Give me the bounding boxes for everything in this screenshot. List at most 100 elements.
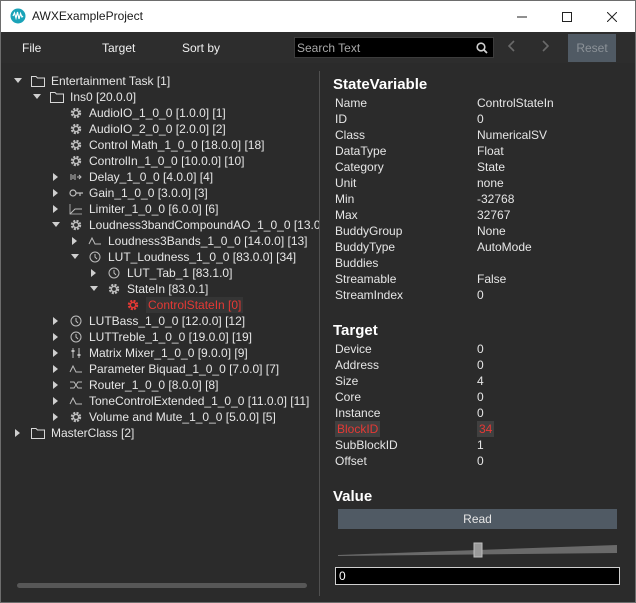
tree-item[interactable]: LUTTreble_1_0_0 [19.0.0] [19] (1, 329, 319, 345)
close-icon (607, 11, 617, 22)
state-variable-title: StateVariable (333, 76, 428, 93)
title-bar: AWXExampleProject (1, 1, 635, 32)
expand-arrow-right-icon[interactable] (71, 237, 79, 245)
menu-file[interactable]: File (22, 41, 41, 55)
slider-thumb[interactable] (473, 542, 483, 558)
clock-icon (106, 265, 122, 281)
expand-arrow-right-icon[interactable] (52, 413, 60, 421)
read-button[interactable]: Read (338, 509, 617, 529)
menu-target[interactable]: Target (102, 41, 135, 55)
properties-pane: StateVariable Name ControlStateIn ID 0 Class… (320, 63, 635, 602)
expand-arrow-right-icon[interactable] (52, 349, 60, 357)
expand-arrow-right-icon[interactable] (52, 333, 60, 341)
tree-item[interactable]: LUT_Loudness_1_0_0 [83.0.0] [34] (1, 249, 319, 265)
expand-arrow-right-icon[interactable] (90, 269, 98, 277)
expand-arrow-right-icon[interactable] (14, 429, 22, 437)
expand-arrow-down-icon[interactable] (52, 221, 60, 229)
tree-item[interactable]: LUT_Tab_1 [83.1.0] (1, 265, 319, 281)
tree-item[interactable]: Ins0 [20.0.0] (1, 89, 319, 105)
tree-item[interactable]: Matrix Mixer_1_0_0 [9.0.0] [9] (1, 345, 319, 361)
minimize-button[interactable] (499, 1, 545, 32)
forward-arrow-icon[interactable] (539, 39, 551, 53)
tree-item[interactable]: Loudness3bandCompoundAO_1_0_0 [13.0.0] (1, 217, 319, 233)
tree-item[interactable]: Loudness3Bands_1_0_0 [14.0.0] [13] (1, 233, 319, 249)
property-name: Streamable (335, 272, 397, 286)
property-row: Name ControlStateIn (333, 95, 623, 111)
expand-arrow-down-icon[interactable] (71, 253, 79, 261)
back-arrow-icon[interactable] (506, 39, 518, 53)
close-button[interactable] (589, 1, 635, 32)
tree-item-label: LUTBass_1_0_0 [12.0.0] [12] (89, 314, 246, 328)
minimize-icon (517, 16, 527, 17)
search-box[interactable] (294, 37, 494, 58)
delay-icon (68, 169, 84, 185)
property-row: Device 0 (333, 341, 623, 357)
property-name: Min (335, 192, 355, 206)
expand-arrow-right-icon[interactable] (52, 205, 60, 213)
property-name: Unit (335, 176, 357, 190)
tree-item[interactable]: LUTBass_1_0_0 [12.0.0] [12] (1, 313, 319, 329)
tree-item[interactable]: Delay_1_0_0 [4.0.0] [4] (1, 169, 319, 185)
tree-item-label: AudioIO_2_0_0 [2.0.0] [2] (89, 122, 226, 136)
expand-arrow-right-icon[interactable] (52, 317, 60, 325)
property-row: Streamable False (333, 271, 623, 287)
tree-item[interactable]: AudioIO_2_0_0 [2.0.0] [2] (1, 121, 319, 137)
property-name: Core (335, 390, 362, 404)
tree-item[interactable]: Entertainment Task [1] (1, 73, 319, 89)
tree-item[interactable]: ControlIn_1_0_0 [10.0.0] [10] (1, 153, 319, 169)
tree-item[interactable]: Parameter Biquad_1_0_0 [7.0.0] [7] (1, 361, 319, 377)
tree-item[interactable]: Limiter_1_0_0 [6.0.0] [6] (1, 201, 319, 217)
property-name: Offset (335, 454, 367, 468)
gear-icon (68, 409, 84, 425)
expand-arrow-down-icon[interactable] (90, 285, 98, 293)
property-value: 0 (477, 406, 484, 420)
tree-item[interactable]: Gain_1_0_0 [3.0.0] [3] (1, 185, 319, 201)
tree-item[interactable]: ControlStateIn [0] (1, 297, 319, 313)
tree-horizontal-scrollbar[interactable] (17, 583, 307, 588)
expand-arrow-right-icon[interactable] (52, 173, 60, 181)
property-name: Class (335, 128, 366, 142)
expand-arrow-right-icon[interactable] (52, 365, 60, 373)
router-icon (68, 377, 84, 393)
maximize-button[interactable] (544, 1, 590, 32)
tree-item[interactable]: Router_1_0_0 [8.0.0] [8] (1, 377, 319, 393)
gear-icon (68, 217, 84, 233)
tree-item[interactable]: Control Math_1_0_0 [18.0.0] [18] (1, 137, 319, 153)
tree-item[interactable]: AudioIO_1_0_0 [1.0.0] [1] (1, 105, 319, 121)
property-value: 0 (477, 342, 484, 356)
tree-item-label: Loudness3bandCompoundAO_1_0_0 [13.0.0] (89, 218, 319, 232)
tree-item-label: Entertainment Task [1] (51, 74, 171, 88)
menu-sort-by[interactable]: Sort by (182, 41, 220, 55)
property-row: Category State (333, 159, 623, 175)
tree-item[interactable]: StateIn [83.0.1] (1, 281, 319, 297)
mixer-icon (68, 345, 84, 361)
clock-icon (68, 329, 84, 345)
curve-icon (68, 361, 84, 377)
folder-icon (49, 89, 65, 105)
expand-arrow-down-icon[interactable] (33, 93, 41, 101)
expand-arrow-down-icon[interactable] (14, 77, 22, 85)
property-row: DataType Float (333, 143, 623, 159)
expand-arrow-right-icon[interactable] (52, 189, 60, 197)
property-name: BuddyGroup (335, 224, 403, 238)
value-input[interactable]: 0 (335, 567, 620, 585)
tree-item[interactable]: MasterClass [2] (1, 425, 319, 441)
tree-item[interactable]: Volume and Mute_1_0_0 [5.0.0] [5] (1, 409, 319, 425)
tree-item-label: Ins0 [20.0.0] (70, 90, 137, 104)
property-value: none (477, 176, 504, 190)
property-value: 0 (477, 390, 484, 404)
value-slider[interactable] (338, 539, 617, 561)
target-title: Target (333, 322, 378, 339)
tree-item-label: Control Math_1_0_0 [18.0.0] [18] (89, 138, 265, 152)
tree-item[interactable]: ToneControlExtended_1_0_0 [11.0.0] [11] (1, 393, 319, 409)
property-row: Address 0 (333, 357, 623, 373)
search-icon[interactable] (476, 42, 488, 54)
tree-item-label: ControlIn_1_0_0 [10.0.0] [10] (89, 154, 245, 168)
expand-arrow-right-icon[interactable] (52, 397, 60, 405)
property-row: SubBlockID 1 (333, 437, 623, 453)
tree-item-label: Parameter Biquad_1_0_0 [7.0.0] [7] (89, 362, 280, 376)
reset-button[interactable]: Reset (568, 34, 616, 62)
search-input[interactable] (297, 39, 467, 56)
expand-arrow-right-icon[interactable] (52, 381, 60, 389)
property-value: 32767 (477, 208, 511, 222)
